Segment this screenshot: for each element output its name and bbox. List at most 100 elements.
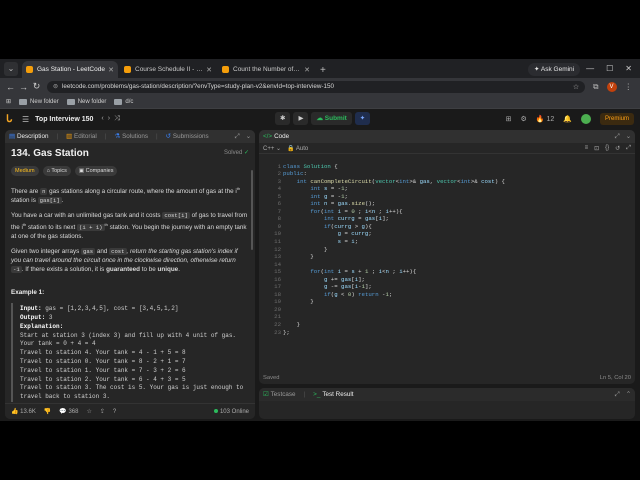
test-panel: ☑ Testcase | >_ Test Result ⤢ ⌃ bbox=[259, 388, 635, 419]
tab-divider: | bbox=[303, 391, 306, 398]
description-panel: ▤ Description | ▥ Editorial | ⚗ Solutions |… bbox=[5, 130, 255, 419]
leetcode-favicon-icon bbox=[222, 66, 229, 73]
folder-icon bbox=[19, 98, 28, 105]
menu-icon[interactable]: ⋮ bbox=[625, 82, 633, 91]
problem-list-title[interactable]: Top Interview 150 bbox=[35, 116, 93, 123]
collapse-icon[interactable]: ⌄ bbox=[626, 133, 631, 141]
streak-icon[interactable]: 🔥 12 bbox=[536, 115, 554, 123]
leetcode-header: ᒐ ☰ Top Interview 150 ‹›⤨ ✱ ▶ ☁ Submit ✦… bbox=[0, 109, 640, 129]
tab-description[interactable]: ▤ Description bbox=[9, 133, 48, 140]
leetcode-logo-icon[interactable]: ᒐ bbox=[6, 114, 16, 125]
settings-icon[interactable]: ⚙ bbox=[521, 115, 527, 123]
tab-submissions[interactable]: ↺ Submissions bbox=[166, 133, 209, 140]
collapse-icon[interactable]: ⌃ bbox=[626, 391, 631, 399]
reset-icon[interactable]: ↺ bbox=[615, 145, 620, 152]
comments-button[interactable]: 💬 368 bbox=[59, 408, 78, 415]
folder-icon bbox=[66, 98, 75, 105]
share-icon[interactable]: ⇪ bbox=[100, 408, 105, 415]
description-footer: 👍 13.6K 👎 💬 368 ☆ ⇪ ? 103 Online bbox=[5, 403, 255, 419]
tab-test-result[interactable]: >_ Test Result bbox=[313, 391, 353, 398]
close-window-icon[interactable]: ✕ bbox=[625, 64, 632, 73]
url-input[interactable]: ⊜ leetcode.com/problems/gas-station/desc… bbox=[47, 80, 586, 93]
notifications-icon[interactable]: 🔔 bbox=[563, 115, 572, 123]
braces-icon[interactable]: {} bbox=[605, 145, 609, 152]
fullscreen-icon[interactable]: ⤢ bbox=[626, 145, 631, 152]
tab-solutions[interactable]: ⚗ Solutions bbox=[114, 133, 148, 140]
bookmark-folder[interactable]: New folder bbox=[66, 98, 106, 105]
close-tab-icon[interactable]: ✕ bbox=[206, 66, 212, 74]
tab-search-icon[interactable]: ⌄ bbox=[4, 62, 18, 76]
help-icon[interactable]: ? bbox=[113, 409, 116, 415]
expand-icon[interactable]: ⤢ bbox=[615, 391, 620, 399]
solved-badge: Solved ✓ bbox=[223, 150, 249, 156]
user-avatar[interactable] bbox=[580, 114, 591, 124]
close-tab-icon[interactable]: ✕ bbox=[108, 66, 114, 74]
editorial-icon: ▥ bbox=[66, 133, 73, 140]
description-tabs: ▤ Description | ▥ Editorial | ⚗ Solutions |… bbox=[5, 130, 255, 143]
checkbox-icon: ☑ bbox=[263, 391, 269, 398]
code-icon: </> bbox=[263, 133, 273, 140]
bookmarks-bar: ⊞ New folder New folder d/c bbox=[0, 95, 640, 109]
language-select[interactable]: C++ ⌄ bbox=[263, 145, 281, 152]
code-text[interactable]: class Solution { public: int canComplete… bbox=[283, 155, 505, 336]
extensions-icon[interactable]: ⧉ bbox=[593, 82, 598, 92]
ask-gemini-button[interactable]: ✦ Ask Gemini bbox=[527, 63, 581, 76]
header-right: ⊞ ⚙ 🔥 12 🔔 Premium bbox=[506, 113, 634, 125]
browser-tab-gas-station[interactable]: Gas Station - LeetCode ✕ bbox=[22, 61, 118, 78]
lock-icon: ▣ bbox=[78, 168, 85, 174]
forward-icon[interactable]: → bbox=[17, 82, 30, 92]
list-navigation-icons[interactable]: ‹›⤨ bbox=[101, 115, 123, 123]
maximize-icon[interactable]: ☐ bbox=[606, 64, 613, 73]
toolbar-icons: ⧉ V ⋮ bbox=[593, 81, 633, 92]
back-icon[interactable]: ← bbox=[4, 82, 17, 92]
favorite-icon[interactable]: ☆ bbox=[86, 408, 91, 415]
code-tabs: </> Code ⤢ ⌄ bbox=[259, 130, 635, 143]
editor-status-bar: Saved Ln 5, Col 20 bbox=[259, 371, 635, 384]
difficulty-badge: Medium bbox=[11, 166, 39, 176]
run-controls: ✱ ▶ ☁ Submit ✦ bbox=[275, 112, 371, 125]
collapse-icon[interactable]: ⌄ bbox=[246, 133, 251, 141]
debug-icon[interactable]: ✱ bbox=[275, 112, 291, 125]
description-scrollbar[interactable] bbox=[251, 170, 253, 250]
history-icon: ↺ bbox=[165, 133, 171, 140]
tab-divider: | bbox=[104, 133, 107, 140]
problem-description: 134. Gas Station Solved ✓ Medium ⌂ Topic… bbox=[5, 143, 255, 402]
new-tab-icon[interactable]: + bbox=[320, 65, 326, 76]
tab-editorial[interactable]: ▥ Editorial bbox=[66, 133, 97, 140]
description-paragraph: You have a car with an unlimited gas tan… bbox=[11, 212, 248, 241]
browser-tab-count-complete[interactable]: Count the Number of Complete ✕ bbox=[218, 61, 314, 78]
tab-testcase[interactable]: ☑ Testcase bbox=[263, 391, 296, 398]
run-button[interactable]: ▶ bbox=[293, 112, 309, 125]
example-heading: Example 1: bbox=[11, 289, 45, 297]
bookmark-folder[interactable]: d/c bbox=[114, 98, 133, 105]
site-info-icon[interactable]: ⊜ bbox=[53, 83, 58, 90]
apps-icon[interactable]: ⊞ bbox=[6, 98, 11, 105]
browser-tab-course-schedule[interactable]: Course Schedule II - LeetCode ✕ bbox=[120, 61, 216, 78]
profile-avatar[interactable]: V bbox=[606, 81, 617, 92]
auto-mode-toggle[interactable]: 🔒 Auto bbox=[287, 145, 308, 152]
problem-list-icon[interactable]: ☰ bbox=[22, 115, 29, 124]
like-button[interactable]: 👍 13.6K bbox=[11, 408, 36, 415]
test-tabs: ☑ Testcase | >_ Test Result ⤢ ⌃ bbox=[259, 388, 635, 401]
bookmark-folder[interactable]: New folder bbox=[19, 98, 59, 105]
minimize-icon[interactable]: — bbox=[586, 64, 594, 73]
ai-assist-icon[interactable]: ✦ bbox=[354, 112, 371, 125]
dislike-icon[interactable]: 👎 bbox=[44, 408, 51, 415]
layout-icon[interactable]: ⊞ bbox=[506, 115, 512, 123]
topics-chip[interactable]: ⌂ Topics bbox=[42, 166, 71, 176]
panel-tools: ⤢ ⌄ bbox=[615, 133, 631, 141]
premium-button[interactable]: Premium bbox=[599, 113, 634, 125]
expand-icon[interactable]: ⤢ bbox=[235, 133, 240, 141]
bookmark-star-icon[interactable]: ☆ bbox=[573, 83, 579, 91]
close-tab-icon[interactable]: ✕ bbox=[304, 66, 310, 74]
online-count: 103 Online bbox=[213, 408, 249, 415]
companies-chip[interactable]: ▣ Companies bbox=[74, 166, 118, 176]
screen: ⌄ Gas Station - LeetCode ✕ Course Schedu… bbox=[0, 0, 640, 480]
code-editor[interactable]: 1 2 3 4 5 6 7 8 9 10 11 12 13 14 15 16 1… bbox=[259, 155, 635, 360]
bookmark-icon[interactable]: ⊡ bbox=[594, 145, 599, 152]
submit-button[interactable]: ☁ Submit bbox=[311, 112, 352, 125]
tab-code[interactable]: </> Code bbox=[263, 133, 289, 140]
format-icon[interactable]: ≡ bbox=[585, 145, 589, 152]
expand-icon[interactable]: ⤢ bbox=[615, 133, 620, 141]
reload-icon[interactable]: ↻ bbox=[30, 81, 43, 92]
